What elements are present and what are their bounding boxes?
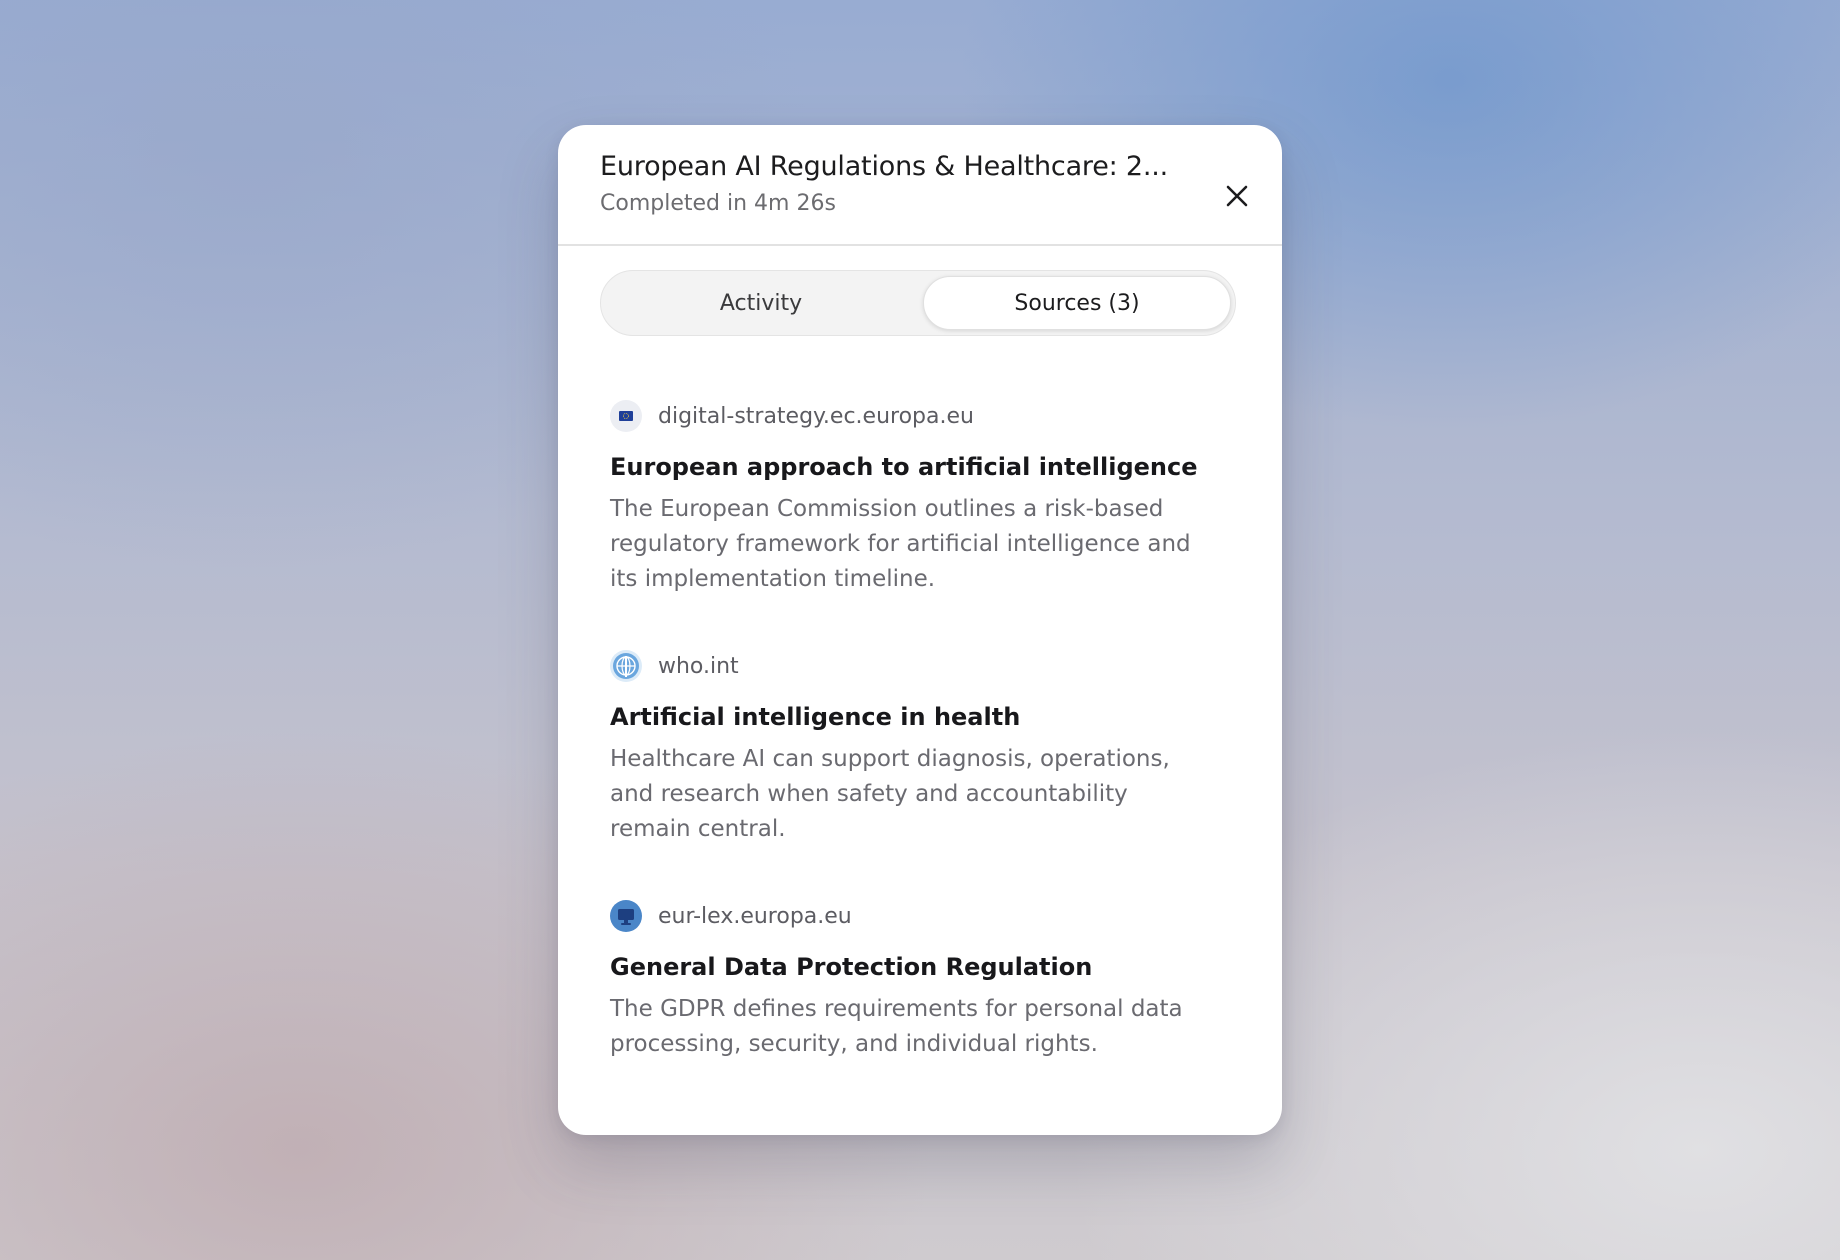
dialog-subtitle: Completed in 4m 26s (600, 191, 836, 216)
source-title[interactable]: General Data Protection Regulation (610, 950, 1210, 984)
source-domain-row: eur-lex.europa.eu (610, 900, 1210, 932)
sources-dialog: European AI Regulations & Healthcare: 2.… (558, 125, 1282, 1135)
source-description: The GDPR defines requirements for person… (610, 996, 1183, 1057)
close-icon (1226, 185, 1248, 207)
dialog-header: European AI Regulations & Healthcare: 2.… (558, 125, 1282, 246)
close-button[interactable] (1214, 173, 1260, 219)
tab-activity[interactable]: Activity (607, 276, 915, 330)
source-item[interactable]: digital-strategy.ec.europa.eu European a… (610, 400, 1210, 597)
source-domain: eur-lex.europa.eu (658, 903, 852, 929)
source-domain-row: who.int (610, 650, 1210, 682)
dialog-title: European AI Regulations & Healthcare: 2.… (600, 151, 1169, 182)
eu-flag-icon (610, 400, 642, 432)
source-item[interactable]: eur-lex.europa.eu General Data Protectio… (610, 900, 1210, 1062)
tab-sources[interactable]: Sources (3) (923, 276, 1231, 330)
source-description: Healthcare AI can support diagnosis, ope… (610, 746, 1170, 842)
source-domain: digital-strategy.ec.europa.eu (658, 403, 974, 429)
source-title[interactable]: Artificial intelligence in health (610, 700, 1210, 734)
source-title[interactable]: European approach to artificial intellig… (610, 450, 1210, 484)
source-item[interactable]: who.int Artificial intelligence in healt… (610, 650, 1210, 847)
eur-lex-monitor-icon (610, 900, 642, 932)
source-domain-row: digital-strategy.ec.europa.eu (610, 400, 1210, 432)
source-domain: who.int (658, 653, 739, 679)
source-description: The European Commission outlines a risk-… (610, 496, 1191, 592)
who-globe-icon (610, 650, 642, 682)
tab-switcher: Activity Sources (3) (600, 270, 1236, 336)
